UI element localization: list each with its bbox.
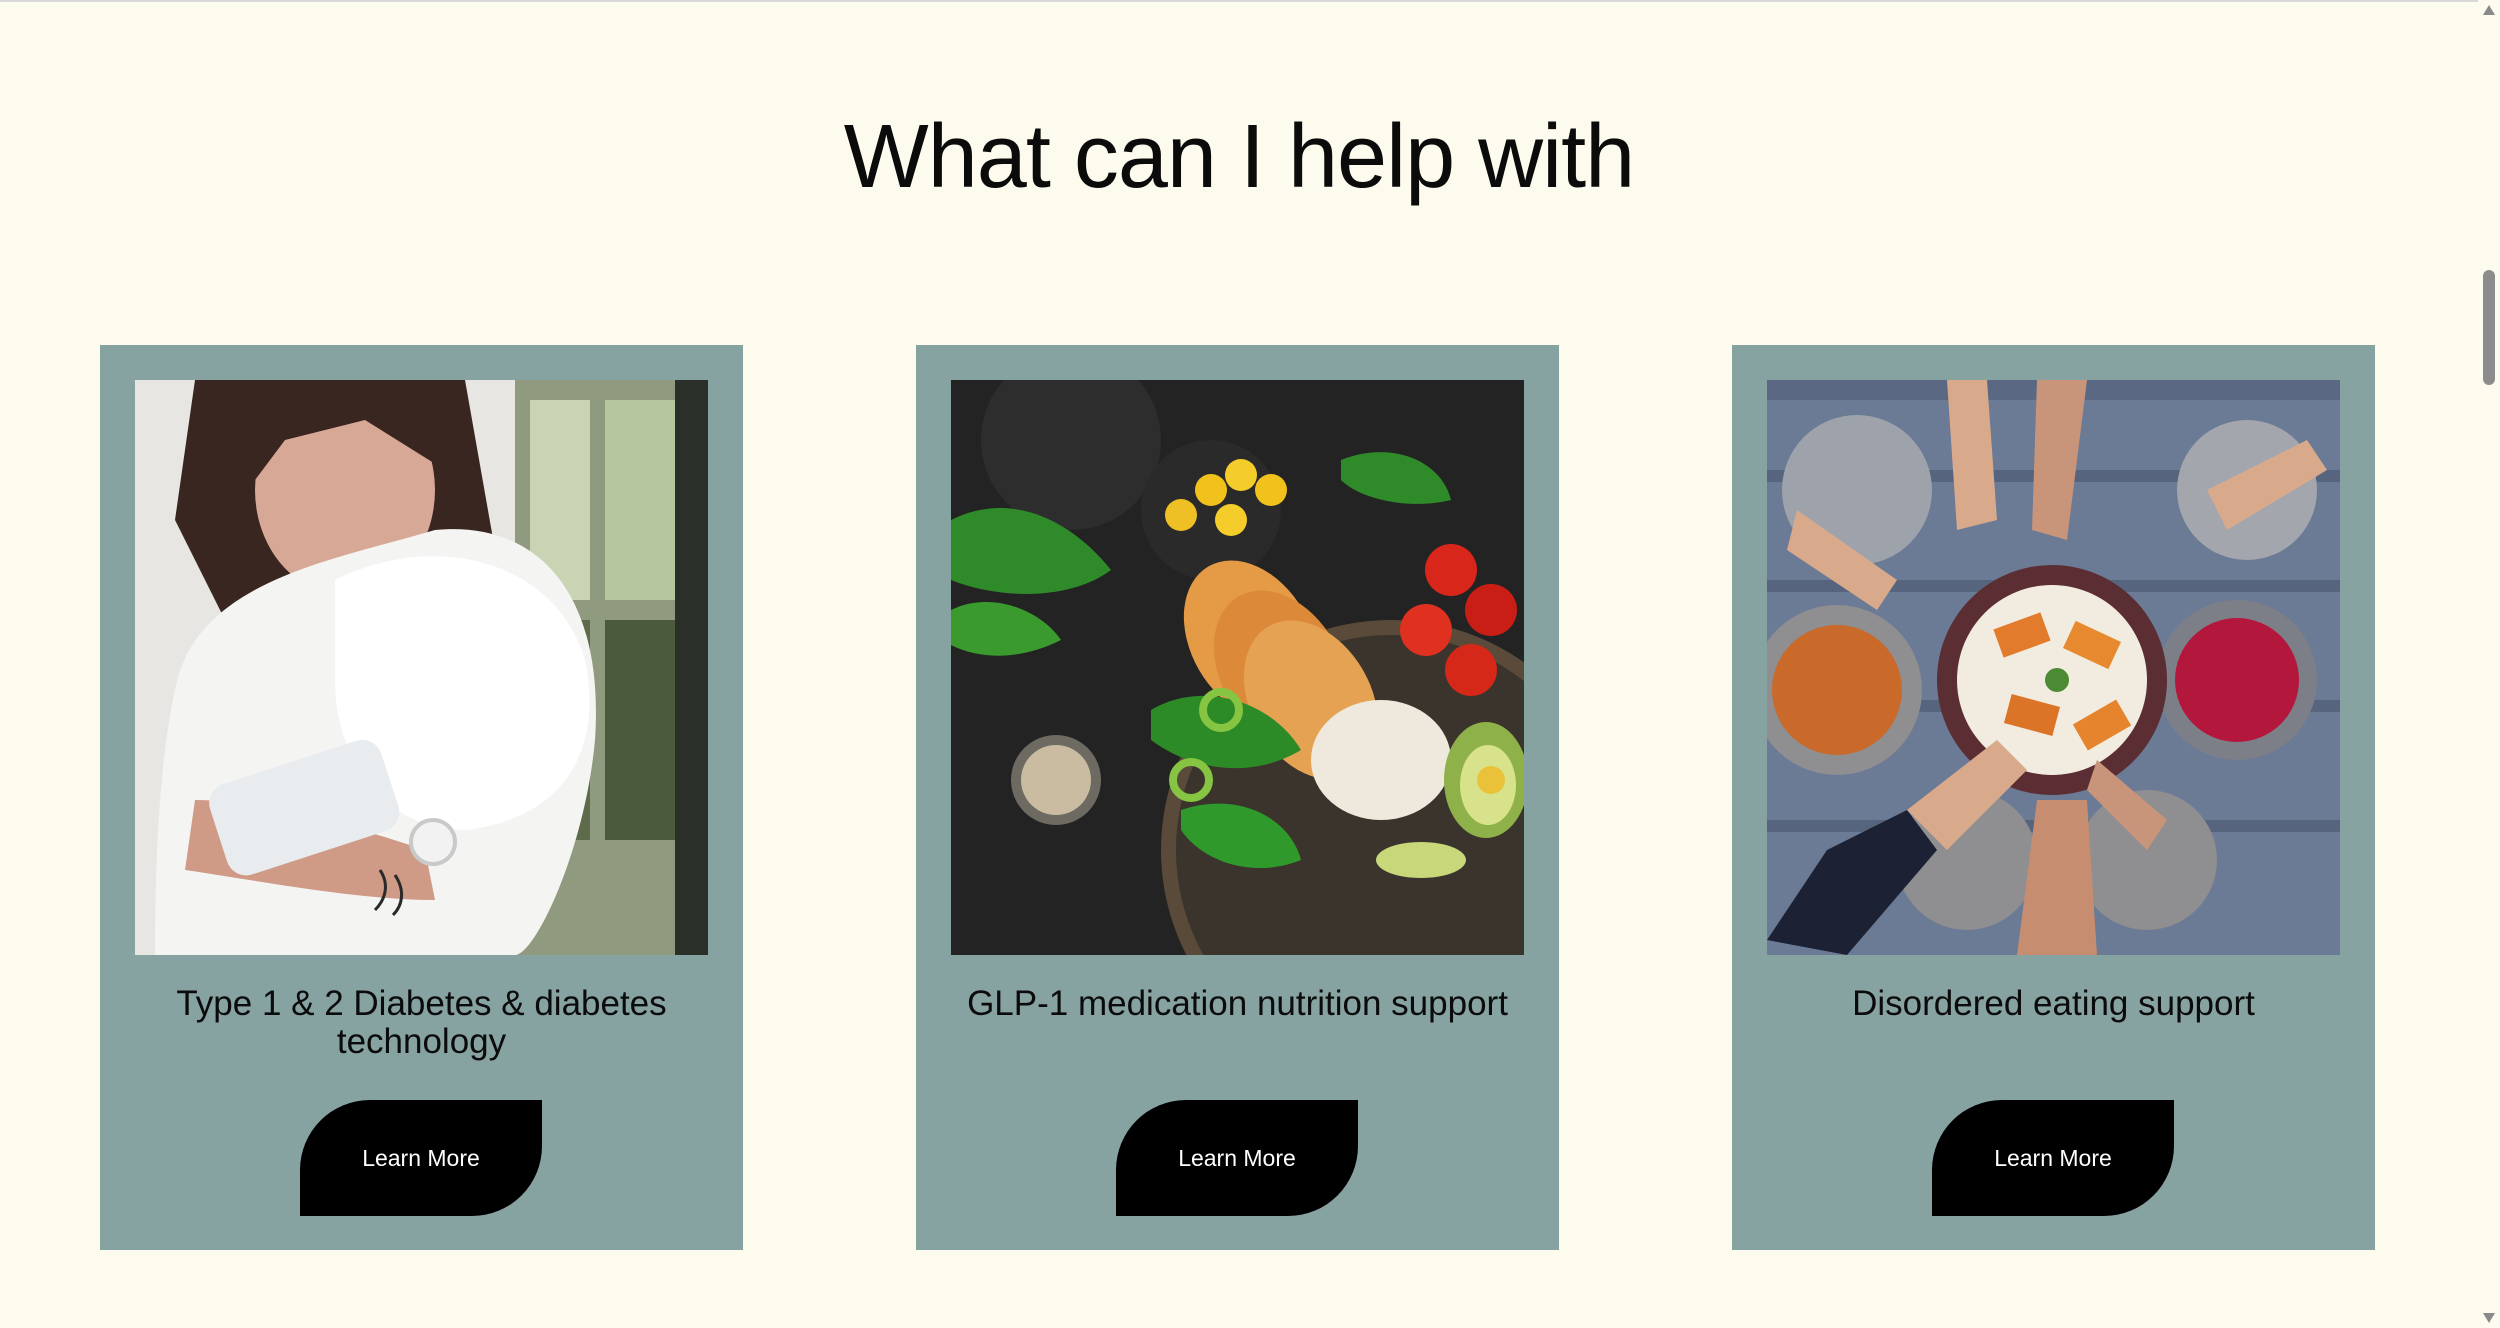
service-card-diabetes: Type 1 & 2 Diabetes & diabetes technolog…: [100, 345, 743, 1250]
service-card-disordered-eating: Disordered eating support Learn More: [1732, 345, 2375, 1250]
learn-more-button[interactable]: Learn More: [1932, 1100, 2174, 1216]
scroll-down-arrow-icon[interactable]: [2483, 1313, 2495, 1323]
learn-more-button[interactable]: Learn More: [300, 1100, 542, 1216]
page-scrollbar[interactable]: [2478, 0, 2500, 1328]
healthy-bowl-photo: [951, 380, 1524, 955]
learn-more-button[interactable]: Learn More: [1116, 1100, 1358, 1216]
woman-with-cgm-sensor-photo: [135, 380, 708, 955]
service-card-glp1: GLP-1 medication nutrition support Learn…: [916, 345, 1559, 1250]
card-title: Type 1 & 2 Diabetes & diabetes technolog…: [176, 984, 667, 1061]
page-title: What can I help with: [843, 107, 1635, 207]
scroll-up-arrow-icon[interactable]: [2483, 5, 2495, 15]
card-title: GLP-1 medication nutrition support: [967, 984, 1508, 1023]
top-divider: [0, 0, 2478, 2]
card-title: Disordered eating support: [1852, 984, 2255, 1023]
scrollbar-thumb[interactable]: [2483, 270, 2495, 385]
shared-meal-table-photo: [1767, 380, 2340, 955]
